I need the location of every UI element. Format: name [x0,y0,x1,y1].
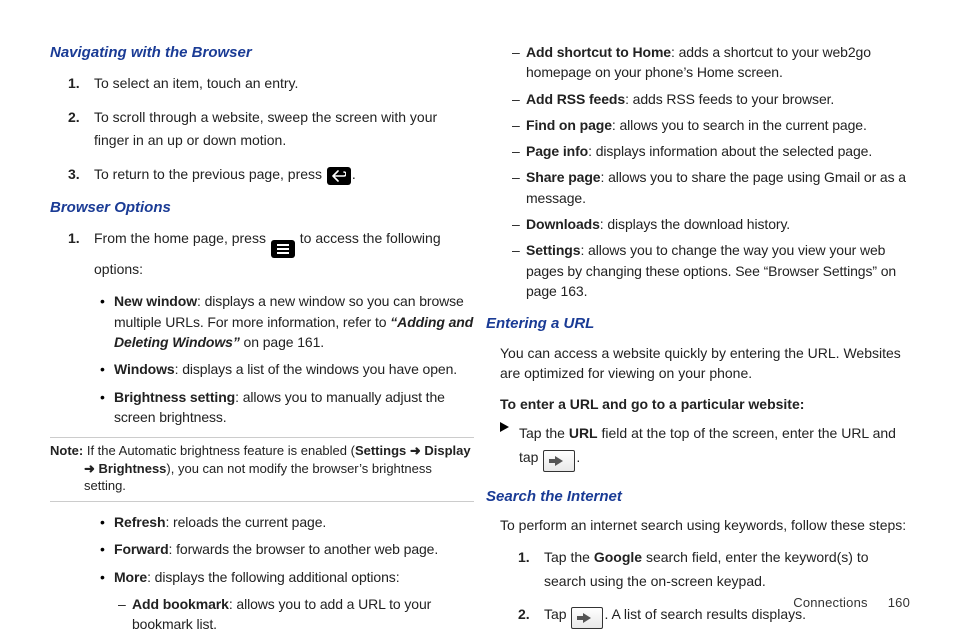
triangle-bullet-icon [500,422,509,432]
more-dashes-left: Add bookmark: allows you to add a URL to… [50,594,474,635]
entering-url-text: You can access a website quickly by ente… [500,343,910,384]
menu-icon [271,240,295,258]
more-page-info: Page info: displays information about th… [526,141,910,161]
heading-search-internet: Search the Internet [486,486,910,508]
option-step-1: 1. From the home page, press to access t… [94,227,474,282]
manual-page: Navigating with the Browser 1.To select … [0,0,954,636]
heading-navigating: Navigating with the Browser [50,42,474,64]
more-add-bookmark: Add bookmark: allows you to add a URL to… [132,594,474,635]
footer-section: Connections [793,595,867,610]
more-find-on-page: Find on page: allows you to search in th… [526,115,910,135]
nav-step-2: 2.To scroll through a website, sweep the… [94,106,474,154]
options-bullets-2: Refresh: reloads the current page. Forwa… [50,512,474,587]
more-dashes-right: Add shortcut to Home: adds a shortcut to… [486,42,910,301]
options-bullets-1: New window: displays a new window so you… [50,291,474,427]
search-step-1: 1. Tap the Google search field, enter th… [544,546,910,594]
more-downloads: Downloads: displays the download history… [526,214,910,234]
options-list: 1. From the home page, press to access t… [50,227,474,282]
go-arrow-icon [543,450,575,472]
search-steps: 1. Tap the Google search field, enter th… [486,546,910,630]
nav-step-3: 3. To return to the previous page, press… [94,163,474,187]
heading-browser-options: Browser Options [50,197,474,219]
opt-brightness: Brightness setting: allows you to manual… [114,387,474,428]
opt-windows: Windows: displays a list of the windows … [114,359,474,379]
back-icon [327,167,351,185]
enter-url-subhead: To enter a URL and go to a particular we… [500,394,910,414]
enter-url-step: Tap the URL field at the top of the scre… [486,422,910,472]
more-add-shortcut: Add shortcut to Home: adds a shortcut to… [526,42,910,83]
note-brightness: Note: If the Automatic brightness featur… [50,437,474,502]
opt-forward: Forward: forwards the browser to another… [114,539,474,559]
opt-refresh: Refresh: reloads the current page. [114,512,474,532]
column-left: Navigating with the Browser 1.To select … [50,42,474,616]
page-footer: Connections 160 [793,595,910,610]
opt-new-window: New window: displays a new window so you… [114,291,474,352]
more-share-page: Share page: allows you to share the page… [526,167,910,208]
more-add-rss: Add RSS feeds: adds RSS feeds to your br… [526,89,910,109]
nav-list: 1.To select an item, touch an entry. 2.T… [50,72,474,187]
heading-entering-url: Entering a URL [486,313,910,335]
nav-step-1: 1.To select an item, touch an entry. [94,72,474,96]
search-intro: To perform an internet search using keyw… [500,515,910,535]
opt-more: More: displays the following additional … [114,567,474,587]
go-arrow-icon [571,607,603,629]
footer-page-number: 160 [888,595,910,610]
more-settings: Settings: allows you to change the way y… [526,240,910,301]
column-right: Add shortcut to Home: adds a shortcut to… [486,42,910,616]
